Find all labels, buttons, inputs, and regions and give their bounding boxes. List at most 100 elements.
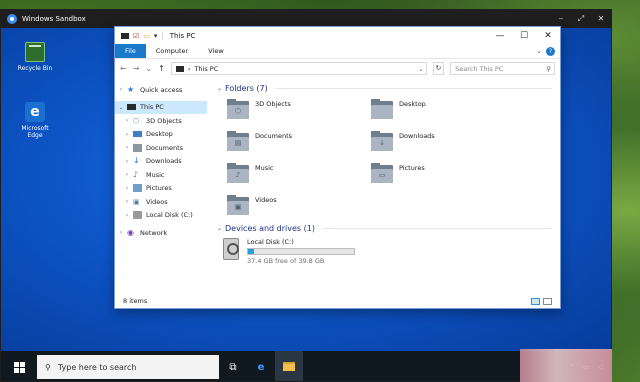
chevron-right-icon[interactable]: ›: [121, 198, 133, 205]
taskbar-search[interactable]: ⚲ Type here to search: [37, 355, 219, 379]
group-header-drives[interactable]: ⌄ Devices and drives (1): [217, 221, 560, 235]
nav-item-music[interactable]: › ♪ Music: [115, 168, 207, 182]
large-icons-view-icon[interactable]: [543, 297, 552, 305]
chevron-right-icon[interactable]: ›: [121, 212, 133, 219]
tab-computer[interactable]: Computer: [146, 44, 198, 58]
explorer-titlebar[interactable]: ☑ ▭ ▾ | This PC — ☐ ✕: [115, 27, 560, 44]
nav-item-network[interactable]: › ◉ Network: [115, 226, 207, 240]
cube-icon: ⬡: [133, 116, 140, 125]
folder-item-music[interactable]: ♪ Music: [227, 163, 274, 183]
address-bar[interactable]: › This PC ⌄: [170, 62, 427, 75]
desktop-icon-recycle-bin[interactable]: Recycle Bin: [15, 42, 55, 72]
details-view-icon[interactable]: [531, 297, 540, 305]
folder-item-downloads[interactable]: ↓ Downloads: [371, 131, 435, 151]
nav-item-pictures[interactable]: › Pictures: [115, 182, 207, 196]
tab-file[interactable]: File: [115, 44, 146, 58]
folder-icon: ⬡: [227, 99, 249, 119]
chevron-right-icon[interactable]: ›: [121, 144, 133, 151]
qa-dropdown-icon[interactable]: ▾: [154, 32, 158, 40]
chevron-right-icon[interactable]: ›: [121, 158, 133, 165]
maximize-button[interactable]: ☐: [512, 31, 536, 41]
download-icon: ↓: [133, 156, 140, 166]
nav-item-this-pc[interactable]: ⌄ This PC: [115, 100, 207, 114]
nav-item-downloads[interactable]: › ↓ Downloads: [115, 155, 207, 169]
hard-drive-icon: [223, 238, 239, 260]
minimize-button[interactable]: —: [488, 31, 512, 41]
nav-item-label: Pictures: [146, 184, 172, 193]
music-icon: ♪: [133, 169, 139, 179]
nav-item-videos[interactable]: › ▣ Videos: [115, 195, 207, 209]
sandbox-fullscreen-button[interactable]: ⤢: [571, 14, 591, 24]
search-icon: ⚲: [546, 64, 551, 73]
folder-item-3d-objects[interactable]: ⬡ 3D Objects: [227, 99, 291, 119]
downloads-folder-icon: ↓: [371, 131, 393, 151]
desktop-folder-icon: [371, 99, 393, 119]
star-icon: ★: [127, 84, 135, 94]
chevron-right-icon[interactable]: ›: [121, 131, 133, 138]
sandbox-minimize-button[interactable]: ⎯: [551, 14, 571, 24]
documents-folder-icon: ▤: [227, 131, 249, 151]
chevron-right-icon[interactable]: ›: [121, 185, 133, 192]
navigation-pane: › ★ Quick access ⌄ This PC › ⬡ 3D Object…: [115, 79, 207, 294]
video-icon: ▣: [133, 197, 140, 206]
tab-view[interactable]: View: [198, 44, 233, 58]
address-dropdown-icon[interactable]: ⌄: [416, 65, 426, 73]
search-box[interactable]: Search This PC ⚲: [450, 62, 555, 75]
sandbox-close-button[interactable]: ✕: [591, 14, 611, 24]
folder-label: Desktop: [399, 100, 426, 108]
chevron-right-icon[interactable]: ›: [115, 86, 127, 93]
music-folder-icon: ♪: [227, 163, 249, 183]
taskbar-file-explorer-button[interactable]: [275, 351, 303, 381]
drive-label: Local Disk (C:): [247, 238, 294, 246]
up-button[interactable]: ↑: [158, 64, 165, 73]
document-icon: [133, 143, 142, 152]
folder-item-videos[interactable]: ▣ Videos: [227, 195, 277, 215]
chevron-right-icon[interactable]: ›: [188, 65, 191, 73]
drive-item-local-disk[interactable]: Local Disk (C:) 37.4 GB free of 39.8 GB: [223, 238, 560, 265]
folder-label: 3D Objects: [255, 100, 291, 108]
folder-label: Downloads: [399, 132, 435, 140]
start-button[interactable]: [1, 351, 37, 381]
new-folder-icon[interactable]: ▭: [143, 32, 150, 40]
chevron-down-icon[interactable]: ⌄: [217, 85, 225, 92]
nav-item-local-disk[interactable]: › Local Disk (C:): [115, 209, 207, 223]
forward-button[interactable]: →: [133, 64, 140, 73]
folder-item-pictures[interactable]: ▭ Pictures: [371, 163, 425, 183]
desktop-icon-edge[interactable]: e Microsoft Edge: [15, 102, 55, 139]
expand-ribbon-icon[interactable]: ⌄: [536, 47, 542, 55]
nav-item-documents[interactable]: › Documents: [115, 141, 207, 155]
taskbar-search-placeholder: Type here to search: [57, 362, 137, 372]
recent-locations-button[interactable]: ⌄: [145, 64, 152, 73]
back-button[interactable]: ←: [120, 64, 127, 73]
status-bar: 8 items: [115, 294, 560, 308]
nav-item-quick-access[interactable]: › ★ Quick access: [115, 83, 207, 97]
close-button[interactable]: ✕: [536, 31, 560, 41]
group-header-folders[interactable]: ⌄ Folders (7): [217, 81, 560, 95]
refresh-button[interactable]: ↻: [432, 62, 445, 75]
pictures-icon: [133, 184, 142, 193]
search-placeholder: Search This PC: [455, 64, 504, 73]
windows-logo-icon: [13, 361, 25, 373]
chevron-down-icon[interactable]: ⌄: [217, 225, 225, 232]
folder-item-documents[interactable]: ▤ Documents: [227, 131, 292, 151]
help-icon[interactable]: ?: [546, 46, 555, 56]
folders-grid: ⬡ 3D Objects Desktop ▤ Documents ↓ Downl…: [217, 95, 560, 221]
desktop-icon-label: Recycle Bin: [17, 65, 53, 72]
chevron-down-icon[interactable]: ⌄: [115, 104, 127, 111]
folder-label: Videos: [255, 196, 277, 204]
group-title: Folders (7): [225, 83, 268, 93]
nav-item-label: Videos: [146, 197, 168, 206]
nav-item-desktop[interactable]: › Desktop: [115, 128, 207, 142]
nav-item-label: Documents: [146, 143, 184, 152]
taskbar-edge-button[interactable]: e: [247, 351, 275, 381]
nav-item-3d-objects[interactable]: › ⬡ 3D Objects: [115, 114, 207, 128]
chevron-right-icon[interactable]: ›: [121, 117, 133, 124]
recycle-bin-icon: [25, 42, 45, 62]
chevron-right-icon[interactable]: ›: [115, 229, 127, 236]
folder-item-desktop[interactable]: Desktop: [371, 99, 426, 119]
network-icon: ◉: [127, 227, 134, 237]
group-divider: [275, 87, 552, 89]
chevron-right-icon[interactable]: ›: [121, 171, 133, 178]
task-view-button[interactable]: ⧉: [219, 351, 247, 381]
properties-icon[interactable]: ☑: [133, 32, 139, 40]
